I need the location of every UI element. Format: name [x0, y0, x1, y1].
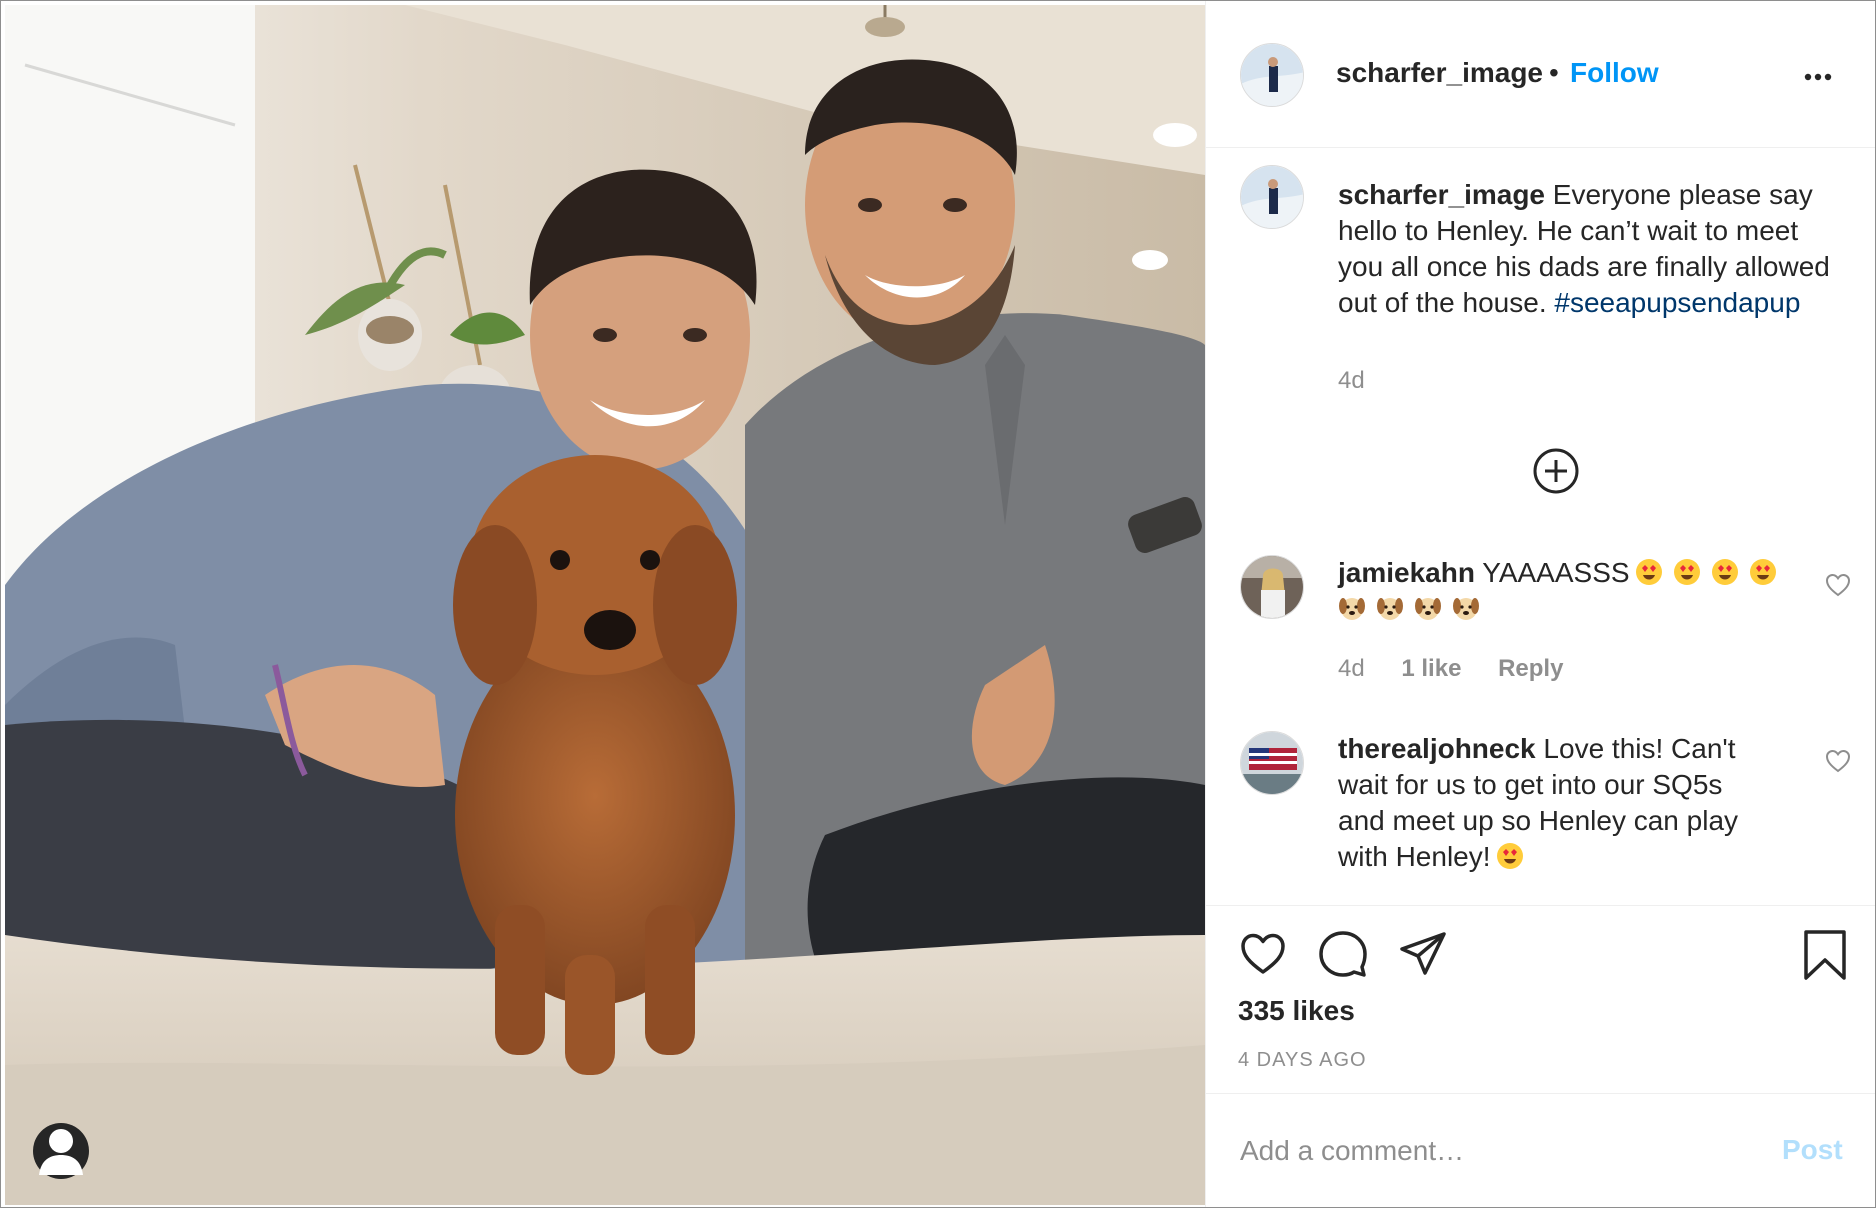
heart-eyes-emoji [1711, 559, 1738, 585]
comment-username[interactable]: therealjohneck [1338, 733, 1536, 764]
dog-face-emoji [1339, 598, 1365, 620]
add-comment-bar: Post [1206, 1093, 1875, 1207]
comment-jamiekahn: jamiekahn YAAAASSS [1338, 555, 1808, 627]
author-username[interactable]: scharfer_image [1336, 57, 1543, 89]
author-avatar-image [1241, 44, 1303, 106]
separator-dot: • [1549, 57, 1559, 88]
dog-face-emoji [1377, 598, 1403, 620]
heart-eyes-emoji [1635, 559, 1662, 585]
caption: scharfer_image Everyone please say hello… [1338, 177, 1858, 321]
caption-time: 4d [1338, 367, 1395, 395]
caption-line-4: out of the house. [1338, 287, 1547, 318]
dog-face-emoji [1415, 598, 1441, 620]
heart-icon[interactable] [1238, 929, 1288, 979]
caption-avatar[interactable] [1240, 165, 1304, 229]
caption-avatar-image [1241, 166, 1303, 228]
comment-time[interactable]: 4d [1338, 655, 1365, 682]
comment-line-1: Love this! Can't [1543, 733, 1736, 764]
plus-circle-icon[interactable] [1532, 447, 1580, 495]
user-tag-icon [39, 1129, 83, 1175]
comment-meta: 4d 1 like Reply [1338, 655, 1593, 683]
follow-button[interactable]: Follow [1570, 57, 1659, 89]
dog-face-emoji [1453, 598, 1479, 620]
comment-line-2: wait for us to get into our SQ5s [1338, 769, 1723, 800]
heart-eyes-emoji [1673, 559, 1700, 585]
paper-plane-icon[interactable] [1398, 929, 1448, 979]
reply-button[interactable]: Reply [1498, 655, 1563, 682]
post-side-panel: scharfer_image • Follow scharfer_image E… [1205, 1, 1875, 1207]
comment-input[interactable] [1238, 1128, 1742, 1174]
caption-line-3: you all once his dads are finally allowe… [1338, 251, 1830, 282]
caption-username[interactable]: scharfer_image [1338, 179, 1545, 210]
post-photo-illustration [5, 5, 1205, 1205]
action-bar [1206, 905, 1875, 906]
comment-username[interactable]: jamiekahn [1338, 557, 1475, 588]
comment-avatar-jamiekahn[interactable] [1240, 555, 1304, 619]
comment-icon[interactable] [1318, 929, 1368, 979]
caption-time-text[interactable]: 4d [1338, 367, 1365, 394]
comment-line-3: and meet up so Henley can play [1338, 805, 1739, 836]
post-date[interactable]: 4 DAYS AGO [1238, 1049, 1367, 1072]
comment-avatar-therealjohneck[interactable] [1240, 731, 1304, 795]
author-avatar[interactable] [1240, 43, 1304, 107]
tagged-users-button[interactable] [33, 1123, 89, 1179]
bookmark-icon[interactable] [1802, 929, 1848, 981]
post-photo[interactable] [5, 5, 1205, 1205]
more-options-icon[interactable] [1798, 57, 1838, 97]
comment-therealjohneck: therealjohneck Love this! Can't wait for… [1338, 731, 1808, 875]
caption-line-1: Everyone please say [1552, 179, 1813, 210]
post-comment-button[interactable]: Post [1782, 1134, 1843, 1166]
comment-like-heart-icon[interactable] [1824, 571, 1852, 599]
caption-hashtag[interactable]: #seeapupsendapup [1554, 287, 1800, 318]
heart-eyes-emoji [1496, 843, 1523, 869]
comment-text: YAAAASSS [1482, 557, 1630, 588]
comment-avatar-image [1241, 732, 1303, 794]
comment-avatar-image [1241, 556, 1303, 618]
post-header: scharfer_image • Follow [1206, 1, 1875, 148]
comment-line-4: with Henley! [1338, 841, 1491, 872]
comment-like-heart-icon[interactable] [1824, 747, 1852, 775]
likes-count[interactable]: 335 likes [1238, 995, 1355, 1027]
instagram-post-window: scharfer_image • Follow scharfer_image E… [0, 0, 1876, 1208]
heart-eyes-emoji [1749, 559, 1776, 585]
caption-line-2: hello to Henley. He can’t wait to meet [1338, 215, 1799, 246]
comment-likes[interactable]: 1 like [1401, 655, 1461, 682]
